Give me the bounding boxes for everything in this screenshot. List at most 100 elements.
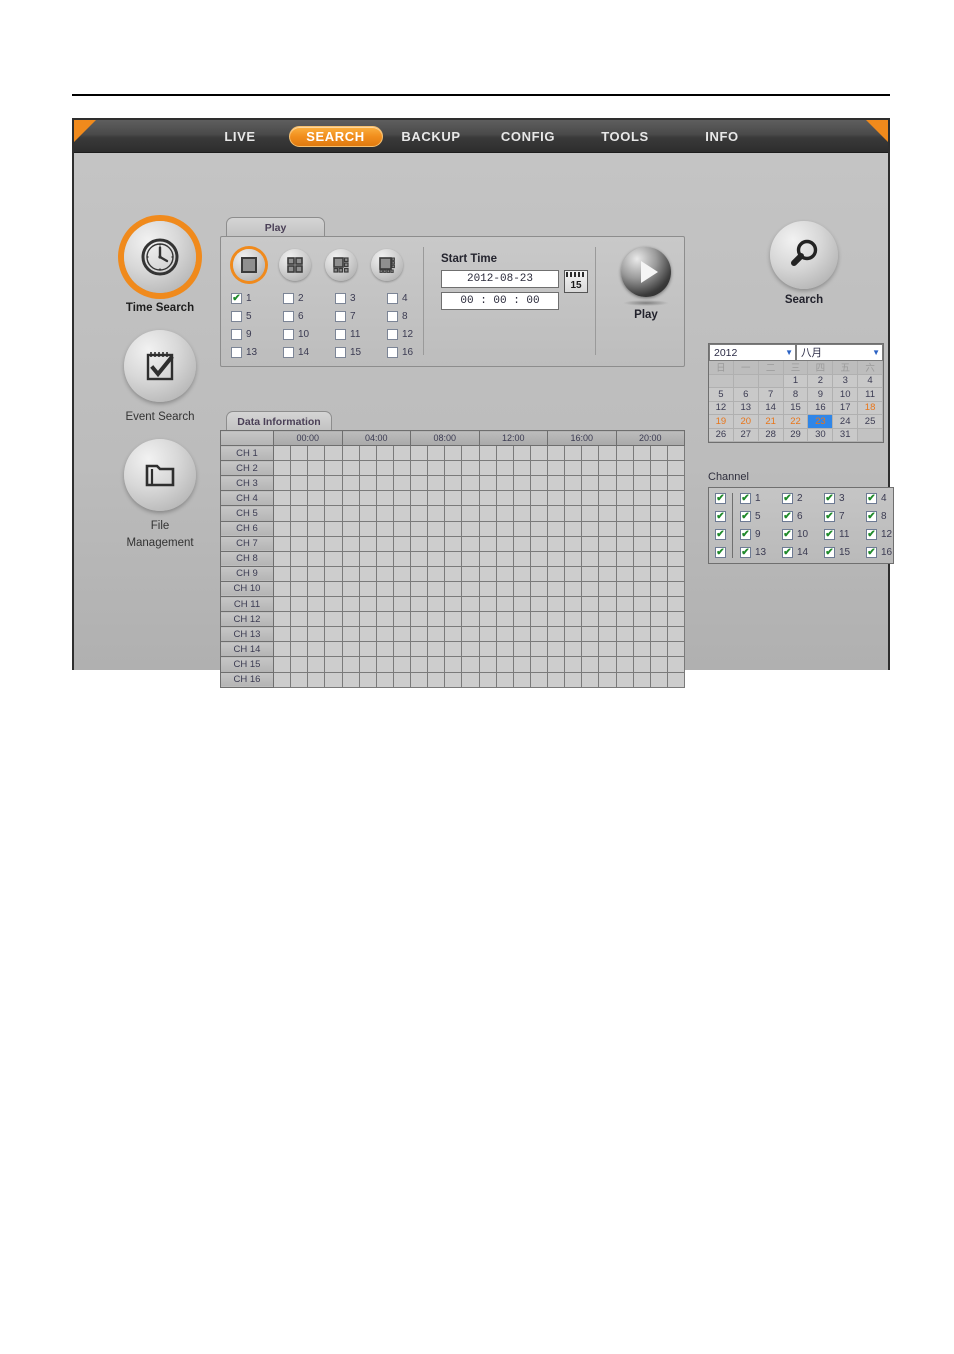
timeline-slot[interactable] <box>512 641 531 658</box>
timeline-slot[interactable] <box>581 520 600 537</box>
timeline-slot[interactable] <box>666 550 686 567</box>
timeline-slot[interactable] <box>375 611 394 628</box>
timeline-slot[interactable] <box>392 671 412 688</box>
timeline-slot[interactable] <box>529 580 549 598</box>
timeline-slot[interactable] <box>478 671 497 688</box>
timeline-slot[interactable] <box>495 611 514 628</box>
checkbox-box[interactable] <box>231 347 242 358</box>
nav-item-live[interactable]: LIVE <box>192 126 289 147</box>
calendar-day-cell[interactable]: 6 <box>733 388 759 402</box>
timeline-slot[interactable] <box>375 550 394 567</box>
timeline-slot[interactable] <box>512 671 531 688</box>
timeline-slot[interactable] <box>598 611 617 628</box>
timeline-slot[interactable] <box>461 550 480 567</box>
timeline-slot[interactable] <box>290 611 309 628</box>
checkbox-box[interactable] <box>824 529 835 540</box>
timeline-slot[interactable] <box>512 580 531 598</box>
timeline-slot[interactable] <box>478 626 497 643</box>
timeline-slot[interactable] <box>272 475 292 492</box>
timeline-slot[interactable] <box>427 550 446 567</box>
channel-checkbox-6[interactable]: 6 <box>782 511 822 522</box>
timeline-slot[interactable] <box>546 611 566 628</box>
timeline-slot[interactable] <box>272 626 292 643</box>
timeline-slot[interactable] <box>632 445 651 462</box>
timeline-slot[interactable] <box>392 656 412 673</box>
timeline-slot[interactable] <box>272 490 292 507</box>
timeline-slot[interactable] <box>324 671 343 688</box>
timeline-slot[interactable] <box>461 565 480 582</box>
timeline-slot[interactable] <box>615 550 634 567</box>
timeline-slot[interactable] <box>290 475 309 492</box>
timeline-slot[interactable] <box>272 505 292 522</box>
calendar-day-cell[interactable]: 29 <box>783 428 809 442</box>
timeline-slot[interactable] <box>341 641 360 658</box>
timeline-slot[interactable] <box>461 490 480 507</box>
timeline-slot[interactable] <box>598 626 617 643</box>
timeline-slot[interactable] <box>632 505 651 522</box>
timeline-slot[interactable] <box>564 535 583 552</box>
nav-item-search[interactable]: SEARCH <box>288 126 383 147</box>
timeline-slot[interactable] <box>375 520 394 537</box>
timeline-slot[interactable] <box>666 460 686 477</box>
timeline-slot[interactable] <box>632 611 651 628</box>
checkbox-box[interactable] <box>740 493 751 504</box>
timeline-slot[interactable] <box>341 475 360 492</box>
timeline-slot[interactable] <box>529 445 549 462</box>
timeline-slot[interactable] <box>290 490 309 507</box>
checkbox-box[interactable] <box>335 311 346 322</box>
timeline-slot[interactable] <box>290 580 309 598</box>
timeline-slot[interactable] <box>427 445 446 462</box>
channel-row-select-all-1[interactable] <box>715 493 726 504</box>
timeline-slot[interactable] <box>307 550 326 567</box>
timeline-slot[interactable] <box>666 505 686 522</box>
timeline-slot[interactable] <box>427 460 446 477</box>
timeline-slot[interactable] <box>512 611 531 628</box>
timeline-slot[interactable] <box>598 535 617 552</box>
timeline-slot[interactable] <box>598 505 617 522</box>
timeline-slot[interactable] <box>649 580 668 598</box>
timeline-slot[interactable] <box>324 475 343 492</box>
timeline-slot[interactable] <box>341 535 360 552</box>
layout-single-view-button[interactable] <box>233 249 265 281</box>
timeline-slot[interactable] <box>427 641 446 658</box>
timeline-slot[interactable] <box>290 656 309 673</box>
calendar-day-cell[interactable]: 28 <box>758 428 784 442</box>
timeline-slot[interactable] <box>272 445 292 462</box>
timeline-slot[interactable] <box>649 550 668 567</box>
timeline-slot[interactable] <box>341 550 360 567</box>
timeline-slot[interactable] <box>375 641 394 658</box>
checkbox-box[interactable] <box>782 493 793 504</box>
timeline-slot[interactable] <box>444 671 463 688</box>
timeline-slot[interactable] <box>649 611 668 628</box>
timeline-slot[interactable] <box>666 596 686 613</box>
timeline-slot[interactable] <box>427 565 446 582</box>
timeline-slot[interactable] <box>290 445 309 462</box>
timeline-slot[interactable] <box>392 535 412 552</box>
timeline-slot[interactable] <box>666 520 686 537</box>
timeline-slot[interactable] <box>615 656 634 673</box>
calendar-day-cell[interactable]: 4 <box>858 374 883 388</box>
timeline-slot[interactable] <box>632 475 651 492</box>
timeline-slot[interactable] <box>444 565 463 582</box>
timeline-slot[interactable] <box>512 565 531 582</box>
timeline-slot[interactable] <box>375 656 394 673</box>
timeline-slot[interactable] <box>358 611 377 628</box>
timeline-slot[interactable] <box>341 520 360 537</box>
calendar-day-cell[interactable]: 31 <box>833 428 859 442</box>
calendar-day-cell[interactable]: 16 <box>808 401 834 415</box>
timeline-slot[interactable] <box>444 535 463 552</box>
timeline-slot[interactable] <box>666 611 686 628</box>
timeline-slot[interactable] <box>546 596 566 613</box>
timeline-slot[interactable] <box>272 611 292 628</box>
timeline-slot[interactable] <box>409 565 429 582</box>
timeline-slot[interactable] <box>666 641 686 658</box>
timeline-slot[interactable] <box>290 520 309 537</box>
checkbox-box[interactable] <box>231 311 242 322</box>
timeline-slot[interactable] <box>392 505 412 522</box>
nav-item-tools[interactable]: TOOLS <box>577 126 674 147</box>
timeline-slot[interactable] <box>290 535 309 552</box>
timeline-slot[interactable] <box>461 460 480 477</box>
timeline-slot[interactable] <box>478 445 497 462</box>
timeline-slot[interactable] <box>444 596 463 613</box>
timeline-slot[interactable] <box>375 596 394 613</box>
